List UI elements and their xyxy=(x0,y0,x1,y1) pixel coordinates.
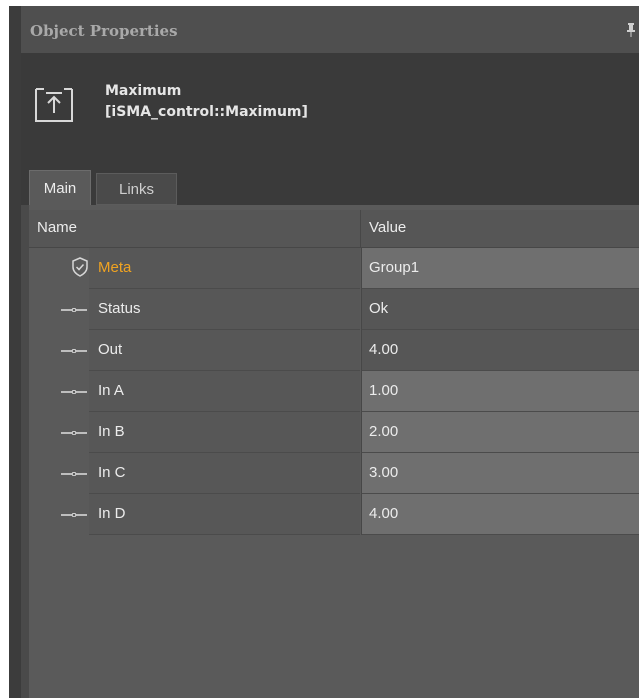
property-row-in-b[interactable]: In B 2.00 xyxy=(29,412,639,453)
slot-icon xyxy=(61,390,87,394)
property-row-in-d[interactable]: In D 4.00 xyxy=(29,494,639,535)
slot-icon xyxy=(61,513,87,517)
column-header-name[interactable]: Name xyxy=(37,219,77,236)
row-label: In D xyxy=(98,505,126,522)
column-header-value[interactable]: Value xyxy=(369,219,406,236)
row-value-cell[interactable] xyxy=(361,330,639,371)
row-value[interactable]: 4.00 xyxy=(369,505,398,522)
row-name-cell xyxy=(89,453,360,494)
row-name-cell xyxy=(89,371,360,412)
slot-icon xyxy=(61,349,87,353)
row-value-cell[interactable] xyxy=(361,453,639,494)
object-name: Maximum xyxy=(105,83,182,99)
row-value-cell[interactable] xyxy=(361,371,639,412)
row-label: In C xyxy=(98,464,126,481)
pin-icon[interactable] xyxy=(627,23,635,37)
property-row-in-a[interactable]: In A 1.00 xyxy=(29,371,639,412)
property-row-meta[interactable]: Meta Group1 xyxy=(29,248,639,289)
object-header: Maximum [iSMA_control::Maximum] xyxy=(21,53,639,157)
row-name-cell xyxy=(89,330,360,371)
row-label: In B xyxy=(98,423,125,440)
shield-check-icon xyxy=(72,257,88,277)
row-value[interactable]: Ok xyxy=(369,300,388,317)
row-value[interactable]: 4.00 xyxy=(369,341,398,358)
tab-main[interactable]: Main xyxy=(29,170,91,205)
row-value-cell[interactable] xyxy=(361,412,639,453)
upload-max-icon xyxy=(35,88,73,122)
row-value[interactable]: 2.00 xyxy=(369,423,398,440)
property-row-in-c[interactable]: In C 3.00 xyxy=(29,453,639,494)
row-name-cell xyxy=(89,494,360,535)
slot-icon xyxy=(61,472,87,476)
column-separator[interactable] xyxy=(360,210,361,247)
row-value[interactable]: Group1 xyxy=(369,259,419,276)
row-value-cell[interactable] xyxy=(361,494,639,535)
row-label: Status xyxy=(98,300,141,317)
row-value[interactable]: 1.00 xyxy=(369,382,398,399)
object-type: [iSMA_control::Maximum] xyxy=(105,104,308,120)
property-row-out[interactable]: Out 4.00 xyxy=(29,330,639,371)
panel-left-edge xyxy=(9,6,21,698)
row-value[interactable]: 3.00 xyxy=(369,464,398,481)
slot-icon xyxy=(61,431,87,435)
property-row-status[interactable]: Status Ok xyxy=(29,289,639,330)
slot-icon xyxy=(61,308,87,312)
row-value-cell[interactable] xyxy=(361,289,639,330)
tab-links[interactable]: Links xyxy=(96,173,177,205)
panel-titlebar: Object Properties xyxy=(21,6,639,53)
row-label: Meta xyxy=(98,259,132,276)
row-name-cell xyxy=(89,412,360,453)
tab-strip: Main Links xyxy=(21,157,639,205)
row-label: Out xyxy=(98,341,123,358)
grid-header: Name Value xyxy=(29,210,639,248)
panel-title: Object Properties xyxy=(30,22,178,40)
empty-grid-area xyxy=(29,540,639,698)
content-left-edge xyxy=(21,205,29,698)
row-label: In A xyxy=(98,382,124,399)
